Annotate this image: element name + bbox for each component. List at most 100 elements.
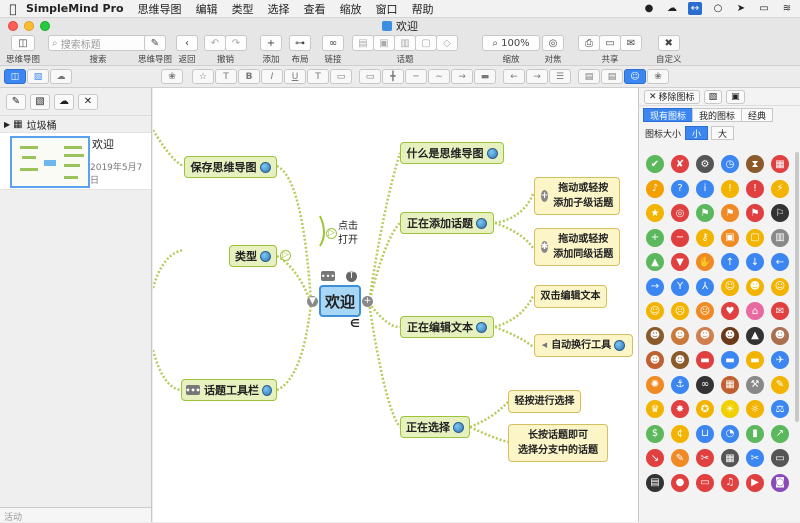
print-button[interactable]: ⎙: [578, 35, 600, 51]
arrow-right-icon[interactable]: →: [646, 277, 664, 296]
airplay-icon[interactable]: ▭: [757, 2, 771, 15]
line-end-icon[interactable]: →: [451, 69, 473, 84]
focus-button[interactable]: ◎: [542, 35, 564, 51]
cloud-tab-icon[interactable]: ☁: [50, 69, 72, 84]
film-icon[interactable]: ▤: [646, 473, 664, 492]
icon-image-button[interactable]: ▣: [726, 89, 745, 104]
topic-selecting[interactable]: 正在选择: [400, 416, 470, 438]
man-icon[interactable]: ☻: [671, 351, 689, 369]
search-input[interactable]: ⌕ 搜索标题: [48, 35, 148, 51]
gear-icon[interactable]: ⚙: [696, 155, 714, 173]
subtopic-add-child[interactable]: + 拖动或轻按 添加子级话题: [534, 177, 620, 215]
medal-icon[interactable]: ✪: [696, 400, 714, 418]
subtopic-long-press[interactable]: 长按话题即可 选择分支中的话题: [508, 424, 608, 462]
person-icon[interactable]: ☻: [646, 326, 664, 345]
redo-button[interactable]: ↷: [225, 35, 247, 51]
folder-icon[interactable]: ▭: [696, 473, 714, 492]
delete-button[interactable]: ✕: [78, 93, 98, 110]
zoom-window-button[interactable]: [40, 21, 50, 31]
check-icon[interactable]: ✔: [646, 155, 664, 173]
person2-icon[interactable]: ☻: [671, 326, 689, 345]
close-window-button[interactable]: [8, 21, 18, 31]
sidebar-toggle-button[interactable]: ◫: [11, 35, 35, 51]
line-style-icon[interactable]: ─: [405, 69, 427, 84]
app-menu[interactable]: SimpleMind Pro: [26, 2, 124, 15]
add-left-topic-icon[interactable]: ▼: [307, 296, 318, 307]
topic-border-button[interactable]: ▢: [415, 35, 437, 51]
tab-current-icons[interactable]: 现有图标: [643, 108, 694, 122]
camera-icon[interactable]: ◙: [771, 473, 789, 492]
thumbs-down-icon[interactable]: ▼: [671, 253, 689, 271]
line-curve-icon[interactable]: ∼: [428, 69, 450, 84]
flag-green-icon[interactable]: ⚑: [696, 204, 714, 222]
hammer-icon[interactable]: ⚒: [746, 375, 764, 394]
document-row[interactable]: 欢迎 2019年5月7日: [0, 132, 151, 190]
strikethrough-icon[interactable]: T: [307, 69, 329, 84]
car-icon[interactable]: ▬: [696, 351, 714, 369]
pie-icon[interactable]: ◔: [721, 424, 739, 443]
panel-colors-icon[interactable]: ❀: [647, 69, 669, 84]
trash-icon[interactable]: ▥: [771, 228, 789, 247]
line-width-icon[interactable]: ▬: [474, 69, 496, 84]
scissors-icon[interactable]: ✂: [746, 449, 764, 467]
gift-icon[interactable]: ✉: [771, 302, 789, 320]
binoculars-icon[interactable]: ∞: [696, 375, 714, 394]
person4-icon[interactable]: ☻: [721, 326, 739, 345]
menu-help[interactable]: 帮助: [412, 1, 434, 17]
burst-icon[interactable]: ✸: [671, 400, 689, 418]
arrow-left-style-icon[interactable]: ←: [503, 69, 525, 84]
bus-icon[interactable]: ▬: [746, 351, 764, 369]
pencil2-icon[interactable]: ✎: [671, 449, 689, 467]
apple-icon[interactable]: : [0, 2, 26, 16]
cloud-upload-button[interactable]: ☁: [54, 93, 74, 110]
user-icon[interactable]: ☻: [771, 326, 789, 345]
graduate-icon[interactable]: ▲: [746, 326, 764, 345]
folder-tab-icon[interactable]: ▧: [27, 69, 49, 84]
question-icon[interactable]: ?: [671, 179, 689, 198]
new-mindmap-button[interactable]: ✎: [6, 93, 26, 110]
zoom-control[interactable]: ⌕ 100%: [482, 35, 540, 51]
menu-select[interactable]: 选择: [268, 1, 290, 17]
relation-handle-icon[interactable]: ∈: [350, 317, 360, 330]
hourglass-icon[interactable]: ⧗: [746, 155, 764, 173]
remove-icon-button[interactable]: ✕ 移除图标: [644, 89, 700, 104]
mindmap-button[interactable]: ✎: [144, 35, 166, 51]
wall-icon[interactable]: ▦: [721, 375, 739, 394]
panel-icons-icon[interactable]: ☺: [624, 69, 646, 84]
wink-icon[interactable]: ☺: [771, 277, 789, 296]
menu-type[interactable]: 类型: [232, 1, 254, 17]
tools-icon[interactable]: ✂: [696, 449, 714, 467]
lightning-icon[interactable]: ⚡: [771, 179, 789, 198]
pencil-icon[interactable]: ✎: [771, 375, 789, 394]
tab-my-icons[interactable]: 我的图标: [692, 108, 743, 122]
minimize-window-button[interactable]: [24, 21, 34, 31]
cross-icon[interactable]: ✘: [671, 155, 689, 173]
alert-icon[interactable]: !: [746, 179, 764, 198]
star-style-icon[interactable]: ☆: [192, 69, 214, 84]
lightbulb-icon[interactable]: ☀: [721, 400, 739, 418]
media-icon[interactable]: ▶: [746, 473, 764, 492]
crown-icon[interactable]: ♛: [646, 400, 664, 418]
topic-format-button[interactable]: ▤: [352, 35, 374, 51]
topic-editing[interactable]: 正在编辑文本: [400, 316, 494, 338]
new-folder-button[interactable]: ▧: [30, 93, 50, 110]
border-style-icon[interactable]: ╋: [382, 69, 404, 84]
topic-save-mindmap[interactable]: 保存思维导图: [184, 156, 277, 178]
info-icon[interactable]: i: [696, 179, 714, 198]
bar-chart-icon[interactable]: ▮: [746, 424, 764, 443]
italic-icon[interactable]: I: [261, 69, 283, 84]
calculator-icon[interactable]: ▦: [721, 449, 739, 467]
add-button[interactable]: +: [260, 35, 282, 51]
mindmap-canvas[interactable]: 保存思维导图 类型 ▷ ••• 话题工具栏 ▷ 点击 打开 ••• T 欢迎 ▼…: [153, 88, 638, 522]
plane-icon[interactable]: ✈: [771, 351, 789, 369]
warning-icon[interactable]: !: [721, 179, 739, 198]
icons-scrollbar[interactable]: [795, 152, 799, 422]
scale-icon[interactable]: ⚖: [771, 400, 789, 418]
back-button[interactable]: ‹: [176, 35, 198, 51]
icon-folder-button[interactable]: ▧: [703, 89, 723, 104]
topic-note-button[interactable]: ▥: [394, 35, 416, 51]
panel-style-icon[interactable]: ▤: [578, 69, 600, 84]
topic-toolbar[interactable]: ••• 话题工具栏: [181, 379, 277, 401]
underline-icon[interactable]: U: [284, 69, 306, 84]
key-icon[interactable]: ⚷: [696, 228, 714, 247]
